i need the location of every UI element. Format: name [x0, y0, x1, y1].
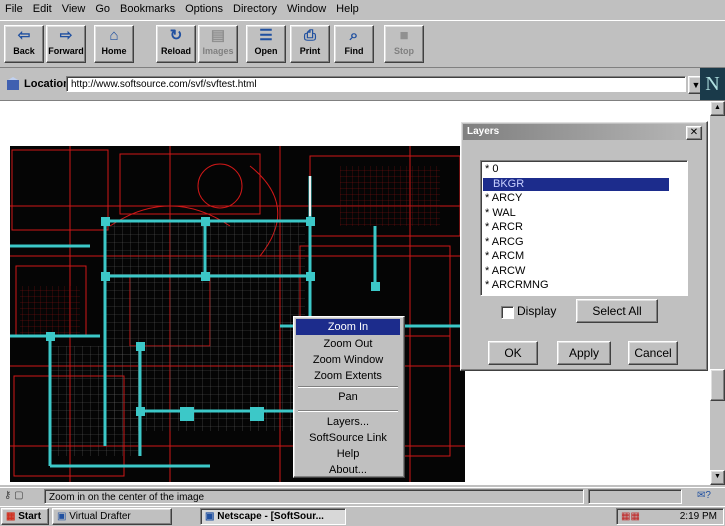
menu-bar: File Edit View Go Bookmarks Options Directory W… [0, 0, 725, 20]
layer-list-item[interactable]: * ARCG [483, 236, 669, 249]
reload-button[interactable]: ↻ Reload [156, 25, 196, 63]
forward-arrow-icon: ⇨ [59, 27, 73, 44]
apply-button[interactable]: Apply [557, 341, 611, 365]
system-tray: ▦▦ 2:19 PM [616, 508, 724, 525]
back-arrow-icon: ⇦ [17, 27, 31, 44]
toolbar-button-label: Open [254, 46, 278, 56]
layer-list-item[interactable]: * ARCRMNG [483, 279, 669, 292]
context-menu-item-about[interactable]: About... [296, 462, 400, 478]
tray-icons: ▦▦ [621, 511, 640, 522]
toolbar-button-label: Find [344, 46, 364, 56]
print-icon: ⎙ [303, 27, 316, 44]
ok-button[interactable]: OK [488, 341, 538, 365]
stop-button[interactable]: ■ Stop [384, 25, 424, 63]
menu-directory[interactable]: Directory [228, 0, 282, 15]
taskbar-button-label: Netscape - [SoftSour... [217, 511, 324, 522]
content-vertical-scrollbar[interactable]: ▲ ▼ [710, 101, 725, 485]
progress-bar [588, 489, 682, 504]
toolbar-button-label: Images [202, 46, 234, 56]
layers-dialog: Layers ✕ * 0 BKGR * ARCY * WAL * ARCR * ARCG *… [460, 121, 708, 371]
toolbar-button-label: Home [101, 46, 127, 56]
menu-edit[interactable]: Edit [28, 0, 57, 15]
context-menu-item-layers[interactable]: Layers... [296, 414, 400, 430]
forward-button[interactable]: ⇨ Forward [46, 25, 86, 63]
layer-list-item[interactable]: * 0 [483, 163, 669, 176]
menu-separator [298, 386, 398, 388]
open-icon: ☰ [259, 27, 273, 44]
menu-help[interactable]: Help [331, 0, 364, 15]
open-button[interactable]: ☰ Open [246, 25, 286, 63]
context-menu-item-zoom-out[interactable]: Zoom Out [296, 336, 400, 352]
menu-file[interactable]: File [0, 0, 28, 15]
toolbar-button-label: Reload [160, 46, 191, 56]
bookmark-icon[interactable] [6, 77, 20, 91]
context-menu-item-zoom-extents[interactable]: Zoom Extents [296, 368, 400, 384]
status-bar: ⚷ ▢ Zoom in on the center of the image ✉… [0, 487, 725, 506]
scroll-down-icon[interactable]: ▼ [710, 470, 725, 485]
layer-list-item[interactable]: * WAL [483, 207, 669, 220]
find-button[interactable]: ⌕ Find [334, 25, 374, 63]
netscape-logo: N [700, 68, 725, 100]
menu-separator [298, 410, 398, 412]
display-checkbox[interactable] [501, 306, 514, 319]
menu-go[interactable]: Go [90, 0, 115, 15]
home-icon: ⌂ [109, 27, 119, 44]
stop-icon: ■ [399, 27, 409, 44]
context-menu-item-help[interactable]: Help [296, 446, 400, 462]
taskbar: ▦ Start ▣ Virtual Drafter ▣ Netscape - [S… [0, 506, 725, 526]
layer-list-item[interactable]: * ARCW [483, 265, 669, 278]
layer-list-item[interactable]: BKGR [483, 177, 669, 191]
context-menu: Zoom In Zoom Out Zoom Window Zoom Extents Pa… [293, 316, 405, 478]
application-icon: ▣ [57, 511, 70, 522]
back-button[interactable]: ⇦ Back [4, 25, 44, 63]
context-menu-item-zoom-window[interactable]: Zoom Window [296, 352, 400, 368]
toolbar-button-label: Stop [394, 46, 414, 56]
context-menu-item-pan[interactable]: Pan [296, 389, 400, 405]
layer-list-item[interactable]: * ARCM [483, 250, 669, 263]
print-button[interactable]: ⎙ Print [290, 25, 330, 63]
find-icon: ⌕ [349, 27, 359, 44]
navigation-toolbar: ⇦ Back ⇨ Forward ⌂ Home ↻ Reload ▤ Images ☰ Open ⎙ Pr… [0, 20, 725, 68]
application-icon: ▣ [205, 511, 218, 522]
menu-options[interactable]: Options [180, 0, 228, 15]
clock: 2:19 PM [679, 511, 717, 522]
dialog-title: Layers [463, 124, 703, 140]
toolbar-button-label: Back [13, 46, 35, 56]
start-label: Start [18, 511, 42, 522]
toolbar-button-label: Print [299, 46, 321, 56]
windows-logo-icon: ▦ [6, 511, 16, 522]
location-url-input[interactable]: http://www.softsource.com/svf/svftest.ht… [66, 76, 686, 92]
menu-window[interactable]: Window [282, 0, 331, 15]
select-all-button[interactable]: Select All [576, 299, 658, 323]
home-button[interactable]: ⌂ Home [94, 25, 134, 63]
context-menu-item-zoom-in[interactable]: Zoom In [296, 319, 400, 335]
reload-icon: ↻ [169, 27, 183, 44]
menu-bookmarks[interactable]: Bookmarks [115, 0, 180, 15]
start-button[interactable]: ▦ Start [1, 508, 49, 525]
toolbar-button-label: Forward [48, 46, 84, 56]
layer-list[interactable]: * 0 BKGR * ARCY * WAL * ARCR * ARCG * ARCM * AR… [480, 160, 688, 296]
images-button[interactable]: ▤ Images [198, 25, 238, 63]
cancel-button[interactable]: Cancel [628, 341, 678, 365]
location-bar: Location: http://www.softsource.com/svf/… [0, 68, 725, 101]
context-menu-item-softsource-link[interactable]: SoftSource Link [296, 430, 400, 446]
status-text: Zoom in on the center of the image [44, 489, 584, 504]
mail-icon[interactable]: ✉? [686, 490, 722, 504]
taskbar-button-label: Virtual Drafter [69, 511, 131, 522]
layer-list-item[interactable]: * ARCY [483, 192, 669, 205]
layer-list-item[interactable]: * ARCR [483, 221, 669, 234]
close-icon[interactable]: ✕ [686, 126, 702, 140]
scroll-up-icon[interactable]: ▲ [710, 101, 725, 116]
taskbar-button[interactable]: ▣ Netscape - [SoftSour... [200, 508, 346, 525]
taskbar-button[interactable]: ▣ Virtual Drafter [52, 508, 172, 525]
menu-view[interactable]: View [57, 0, 91, 15]
images-icon: ▤ [210, 27, 226, 44]
display-checkbox-label: Display [517, 304, 557, 318]
security-key-icon: ⚷ ▢ [4, 490, 24, 501]
scroll-thumb[interactable] [710, 369, 725, 401]
